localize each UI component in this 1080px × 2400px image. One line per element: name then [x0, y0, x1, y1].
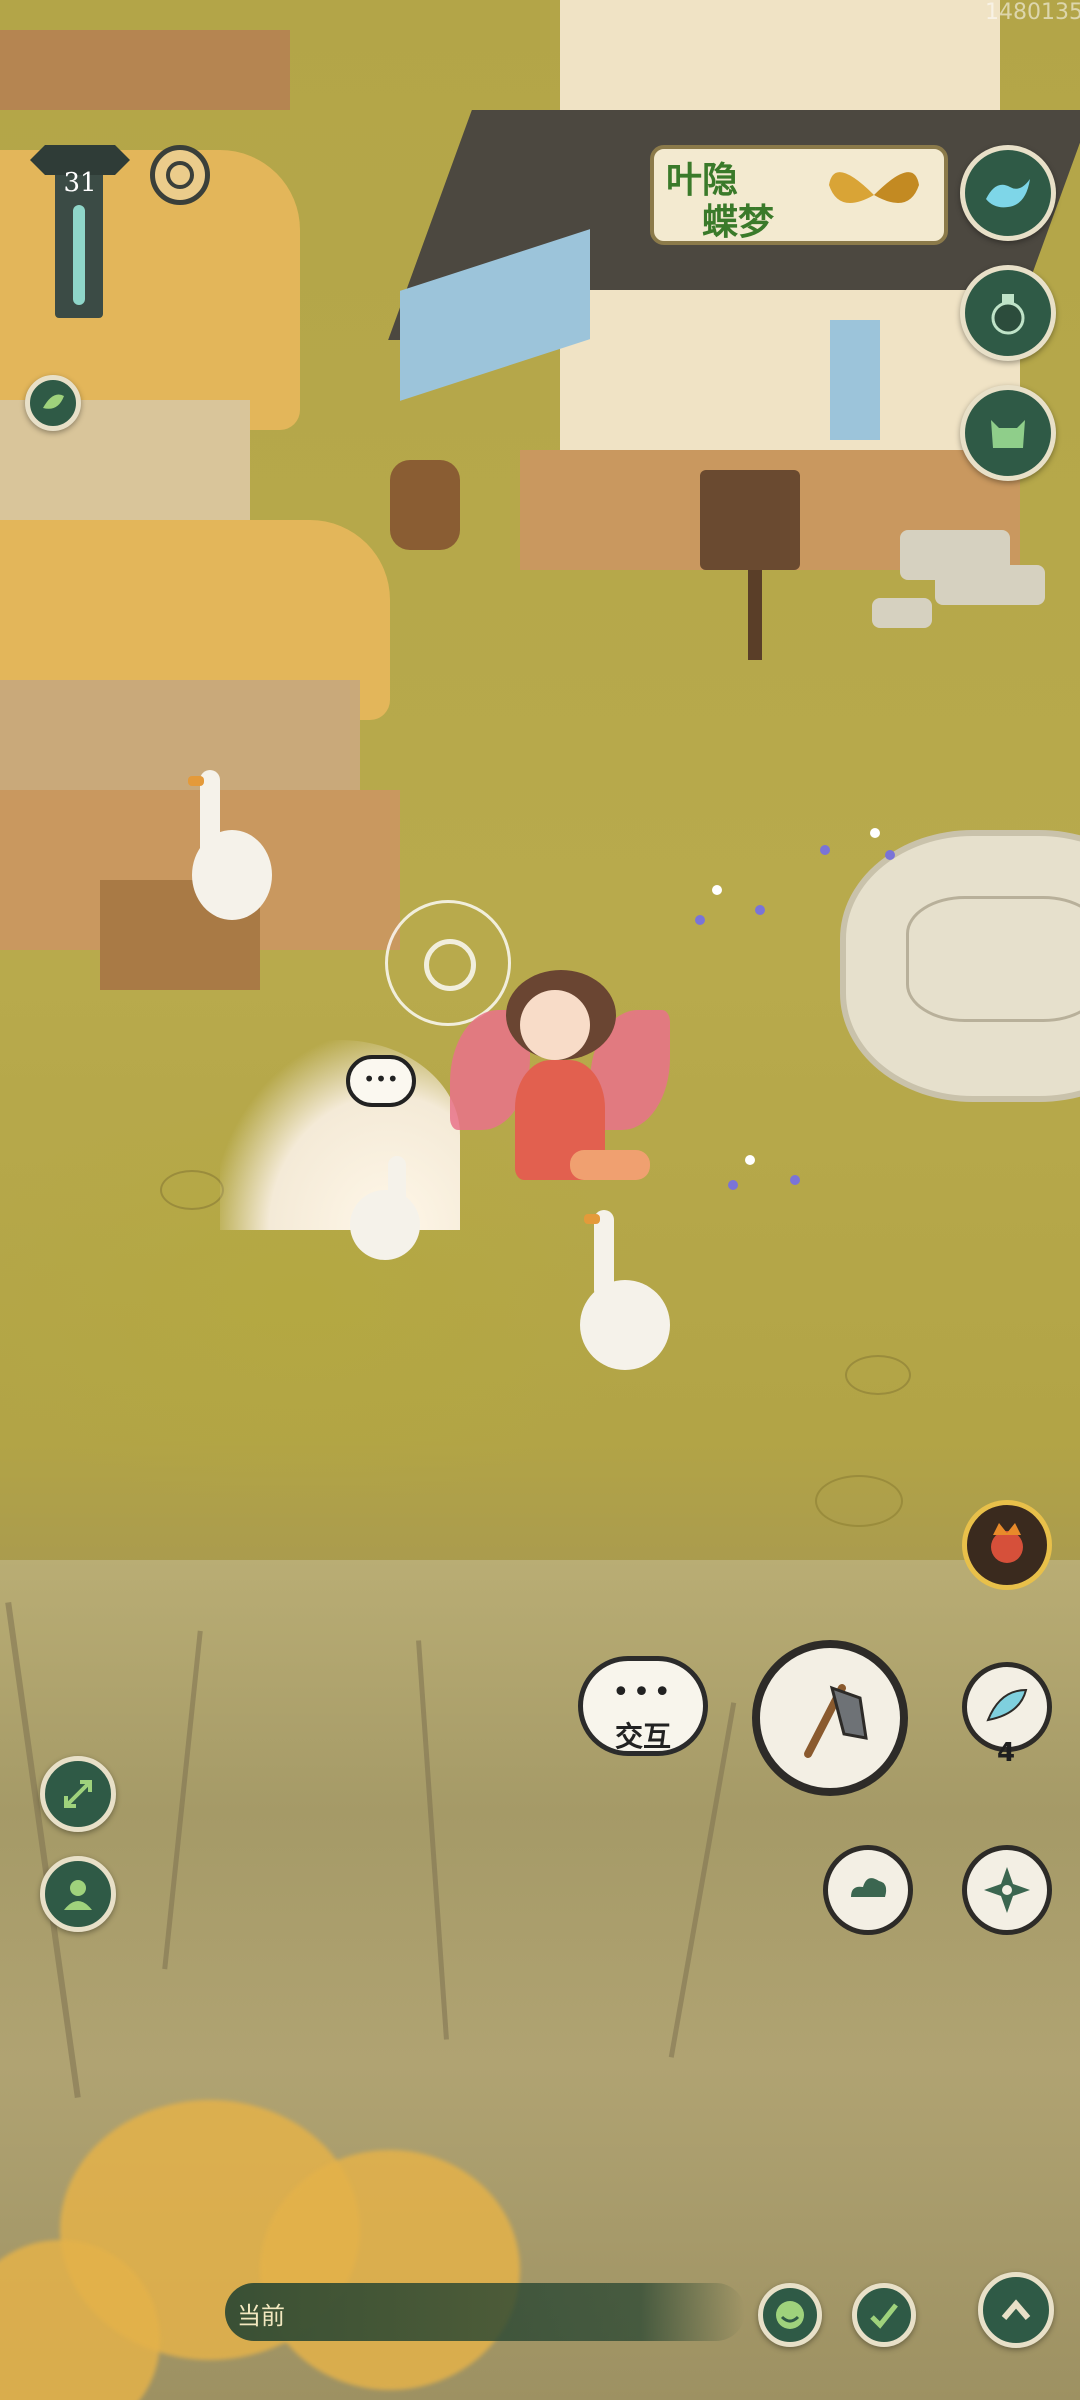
barrel: [390, 460, 460, 550]
event-banner[interactable]: 叶隐 蝶梦: [650, 145, 948, 245]
friend-icon[interactable]: [40, 1856, 116, 1932]
axe-icon[interactable]: [752, 1640, 908, 1796]
stepping-stone-2: [935, 565, 1045, 605]
signpost-board: [700, 470, 800, 570]
flower: [870, 828, 880, 838]
smile-icon[interactable]: [758, 2283, 822, 2347]
target-ring-inner: [424, 939, 476, 991]
peacock-body: [340, 1150, 430, 1270]
interact-label: 交互: [614, 1720, 671, 1753]
flower: [755, 905, 765, 915]
flower: [885, 850, 895, 860]
flower: [728, 1180, 738, 1190]
chevron-up-icon[interactable]: [978, 2272, 1054, 2348]
interact-button[interactable]: ••• 交互: [578, 1656, 708, 1756]
interact-dots: •••: [611, 1675, 675, 1710]
flower: [695, 915, 705, 925]
dirt-patch: [845, 1355, 911, 1395]
npc-chat-bubble[interactable]: •••: [346, 1055, 416, 1107]
player-level: 31: [63, 168, 97, 198]
level-progress: [73, 205, 85, 305]
flower: [820, 845, 830, 855]
stepping-stone-3: [872, 598, 932, 628]
dirt-patch: [160, 1170, 224, 1210]
butterfly-icon: [829, 172, 919, 203]
autumn-tree: [260, 2150, 520, 2390]
leaf-icon[interactable]: [25, 375, 81, 431]
fire-spirit-icon[interactable]: [962, 1500, 1052, 1590]
chat-bar[interactable]: [225, 2283, 745, 2341]
watermark: 1480135: [985, 0, 1080, 25]
expand-icon[interactable]: [40, 1756, 116, 1832]
compass-icon[interactable]: [150, 145, 210, 205]
player-character[interactable]: [450, 970, 670, 1190]
white-goose-field[interactable]: [570, 1210, 670, 1380]
shop-curtain: [830, 320, 880, 440]
stone-altar[interactable]: [840, 830, 1080, 1102]
altar-pattern: [906, 896, 1080, 1022]
white-goose-porch[interactable]: [180, 760, 280, 940]
monster-icon[interactable]: [960, 385, 1056, 481]
cloud-icon[interactable]: [823, 1845, 913, 1935]
wave-icon[interactable]: [960, 145, 1056, 241]
flower: [790, 1175, 800, 1185]
flower: [712, 885, 722, 895]
potion-icon[interactable]: [960, 265, 1056, 361]
chat-channel-label: 当前: [237, 2302, 285, 2330]
item-count: 4: [997, 1738, 1016, 1768]
banner-title-2: 蝶梦: [702, 201, 775, 243]
flower: [745, 1155, 755, 1165]
dirt-patch: [815, 1475, 903, 1527]
game-scene[interactable]: •••: [0, 0, 1080, 2400]
mark-icon[interactable]: [852, 2283, 916, 2347]
house-top-left-deck: [0, 30, 290, 110]
shuriken-icon[interactable]: [962, 1845, 1052, 1935]
